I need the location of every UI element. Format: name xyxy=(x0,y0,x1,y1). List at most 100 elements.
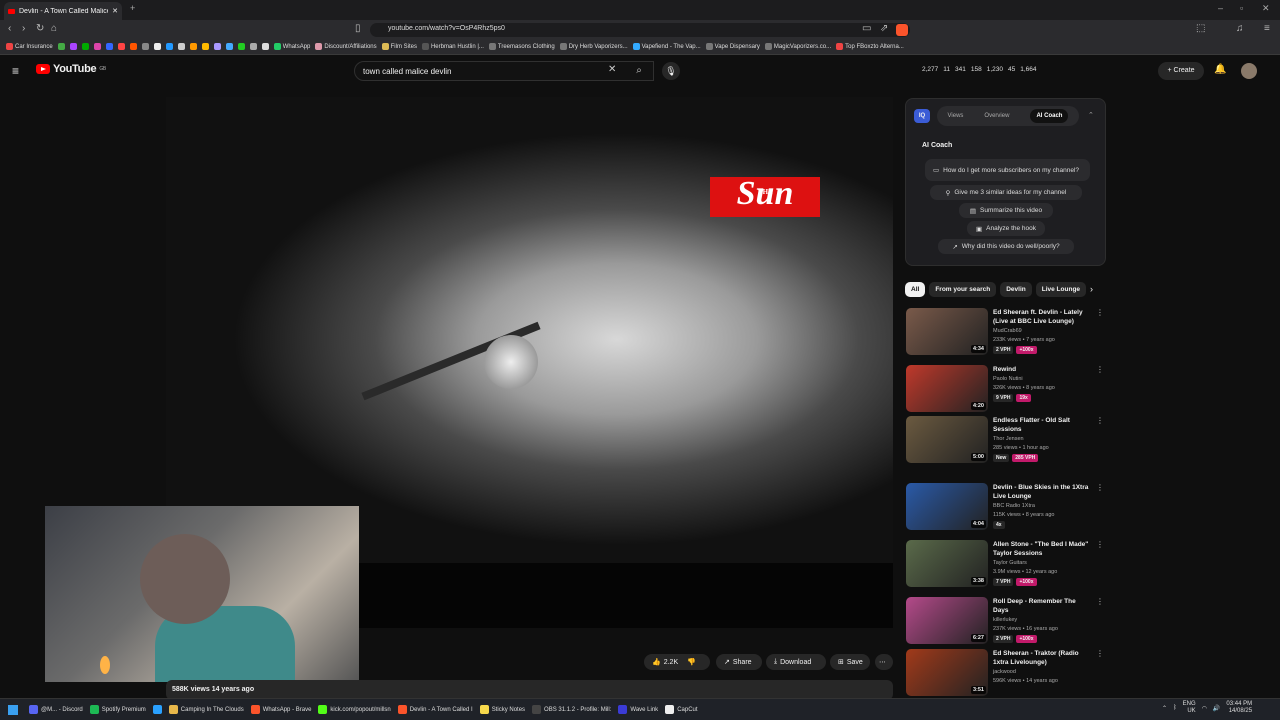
ai-question[interactable]: ▣ Analyze the hook xyxy=(967,221,1045,236)
avatar[interactable] xyxy=(1241,63,1257,79)
media-icon[interactable]: ♫ xyxy=(1236,23,1244,34)
video-thumbnail[interactable]: 4:04 xyxy=(906,483,988,530)
bookmark-item[interactable] xyxy=(129,43,137,50)
share-button[interactable]: ↗ Share xyxy=(716,654,762,670)
bookmark-item[interactable] xyxy=(81,43,89,50)
recommended-video[interactable]: 4:20 Rewind Paolo Nutini 326K views • 8 … xyxy=(906,365,1106,415)
video-thumbnail[interactable]: 3:38 xyxy=(906,540,988,587)
bookmark-item[interactable] xyxy=(141,43,149,50)
back-icon[interactable]: ‹ xyxy=(8,23,11,34)
video-title[interactable]: Ed Sheeran - Traktor (Radio 1xtra Livelo… xyxy=(993,649,1093,667)
hamburger-menu-icon[interactable]: ≡ xyxy=(12,64,19,78)
bookmark-item[interactable]: Dry Herb Vaporizers... xyxy=(559,43,628,50)
ai-question[interactable]: ▭ How do I get more subscribers on my cha… xyxy=(925,159,1090,181)
taskbar-item[interactable]: Devlin - A Town Called I xyxy=(397,705,473,714)
bookmark-item[interactable] xyxy=(93,43,101,50)
video-title[interactable]: Devlin - Blue Skies in the 1Xtra Live Lo… xyxy=(993,483,1093,501)
channel-name[interactable]: Paolo Nutini xyxy=(993,375,1023,383)
channel-name[interactable]: MudCrab69 xyxy=(993,327,1022,335)
tab-ai-coach[interactable]: AI Coach xyxy=(1030,109,1069,123)
video-title[interactable]: Rewind xyxy=(993,365,1093,374)
bookmark-item[interactable] xyxy=(57,43,65,50)
recommended-video[interactable]: 3:38 Allen Stone - "The Bed I Made" Tayl… xyxy=(906,540,1106,590)
video-thumbnail[interactable]: 6:27 xyxy=(906,597,988,644)
kebab-menu-icon[interactable]: ⋮ xyxy=(1096,649,1104,658)
channel-name[interactable]: killerlukey xyxy=(993,616,1017,624)
recommended-video[interactable]: 5:00 Endless Flatter - Old Salt Sessions… xyxy=(906,416,1106,466)
close-tab-icon[interactable]: ✕ xyxy=(112,7,118,15)
screenshot-icon[interactable]: ▭ xyxy=(862,23,871,34)
forward-icon[interactable]: › xyxy=(22,23,25,34)
bookmark-item[interactable]: Film Sites xyxy=(381,43,417,50)
kebab-menu-icon[interactable]: ⋮ xyxy=(1096,540,1104,549)
brave-shield-icon[interactable] xyxy=(896,24,908,36)
mic-icon[interactable]: 🎙 xyxy=(662,62,680,80)
home-icon[interactable]: ⌂ xyxy=(51,23,57,34)
recommended-video[interactable]: 6:27 Roll Deep - Remember The Days kille… xyxy=(906,597,1106,647)
url-field[interactable]: youtube.com/watch?v=OsP4Rhz5ps0 xyxy=(370,23,910,37)
description-box[interactable]: 588K views 14 years ago xyxy=(166,680,893,700)
chip-devlin[interactable]: Devlin xyxy=(1000,282,1032,297)
bookmark-item[interactable]: Herbman Hustlin |... xyxy=(421,43,484,50)
chevron-up-icon[interactable]: ⌃ xyxy=(1162,705,1167,712)
like-dislike-group[interactable]: 👍 2.2K 👎 xyxy=(644,654,710,670)
thumbs-up-icon[interactable]: 👍 xyxy=(652,658,661,666)
extensions-icon[interactable]: ⬚ xyxy=(1196,23,1205,34)
close-window-icon[interactable]: ✕ xyxy=(1262,3,1270,14)
taskbar-item[interactable]: Sticky Notes xyxy=(479,705,525,714)
minimize-icon[interactable]: – xyxy=(1218,3,1223,13)
kebab-menu-icon[interactable]: ⋮ xyxy=(1096,483,1104,492)
channel-name[interactable]: jackwood xyxy=(993,668,1016,676)
chip-live-lounge[interactable]: Live Lounge xyxy=(1035,282,1087,297)
menu-icon[interactable]: ≡ xyxy=(1264,23,1270,34)
maximize-icon[interactable]: ▫ xyxy=(1240,3,1243,13)
bookmark-item[interactable] xyxy=(69,43,77,50)
bookmark-item[interactable] xyxy=(261,43,269,50)
wifi-icon[interactable]: ◠ xyxy=(1202,705,1207,712)
bookmark-item[interactable] xyxy=(237,43,245,50)
bluetooth-icon[interactable]: ᛒ xyxy=(1173,705,1177,711)
youtube-logo[interactable]: YouTube GB xyxy=(36,63,106,75)
new-tab-icon[interactable]: + xyxy=(130,3,135,13)
taskbar-item[interactable]: @M... - Discord xyxy=(29,705,83,714)
bookmark-item[interactable] xyxy=(189,43,197,50)
chevron-right-icon[interactable]: › xyxy=(1090,284,1093,294)
video-thumbnail[interactable]: 5:00 xyxy=(906,416,988,463)
save-button[interactable]: ⊞ Save xyxy=(830,654,870,670)
channel-name[interactable]: Thor Jensen xyxy=(993,435,1024,443)
bookmark-item[interactable] xyxy=(249,43,257,50)
taskbar-item[interactable]: kick.com/popout/millsn xyxy=(318,705,391,714)
ai-question[interactable]: ↗ Why did this video do well/poorly? xyxy=(938,239,1074,254)
video-title[interactable]: Ed Sheeran ft. Devlin - Lately (Live at … xyxy=(993,308,1093,326)
chip-from-your-search[interactable]: From your search xyxy=(929,282,997,297)
video-title[interactable]: Roll Deep - Remember The Days xyxy=(993,597,1093,615)
bookmark-item[interactable] xyxy=(225,43,233,50)
bookmark-item[interactable] xyxy=(201,43,209,50)
bookmark-item[interactable]: Vape Dispensary xyxy=(705,43,760,50)
chip-all[interactable]: All xyxy=(905,282,926,297)
bookmark-item[interactable]: MagicVaporizers.co... xyxy=(764,43,831,50)
bookmark-item[interactable] xyxy=(177,43,185,50)
clock[interactable]: 03:44 PM 14/08/25 xyxy=(1226,701,1252,715)
more-actions-button[interactable]: ⋯ xyxy=(875,654,893,670)
ai-question[interactable]: ▤ Summarize this video xyxy=(959,203,1053,218)
thumbs-down-icon[interactable]: 👎 xyxy=(687,658,696,666)
bookmark-item[interactable]: Top FBoxzto Alterna... xyxy=(836,43,904,50)
bookmark-item[interactable] xyxy=(165,43,173,50)
recommended-video[interactable]: 4:34 Ed Sheeran ft. Devlin - Lately (Liv… xyxy=(906,308,1106,358)
video-thumbnail[interactable]: 4:20 xyxy=(906,365,988,412)
bookmark-item[interactable]: Treemasons Clothing xyxy=(488,43,555,50)
windows-start-icon[interactable] xyxy=(8,704,18,715)
video-title[interactable]: Endless Flatter - Old Salt Sessions xyxy=(993,416,1093,434)
clear-search-icon[interactable]: ✕ xyxy=(608,64,616,75)
notifications-bell-icon[interactable]: 🔔 xyxy=(1214,64,1226,75)
video-title[interactable]: Allen Stone - "The Bed I Made" Taylor Se… xyxy=(993,540,1093,558)
kebab-menu-icon[interactable]: ⋮ xyxy=(1096,365,1104,374)
kebab-menu-icon[interactable]: ⋮ xyxy=(1096,416,1104,425)
taskbar-item[interactable]: OBS 31.1.2 - Profile: Mill: xyxy=(532,705,611,714)
language-indicator[interactable]: ENG UK xyxy=(1183,701,1196,715)
channel-name[interactable]: Taylor Guitars xyxy=(993,559,1027,567)
reload-icon[interactable]: ↻ xyxy=(36,23,44,34)
create-button[interactable]: + Create xyxy=(1158,62,1204,80)
tab-views[interactable]: Views xyxy=(948,113,964,119)
